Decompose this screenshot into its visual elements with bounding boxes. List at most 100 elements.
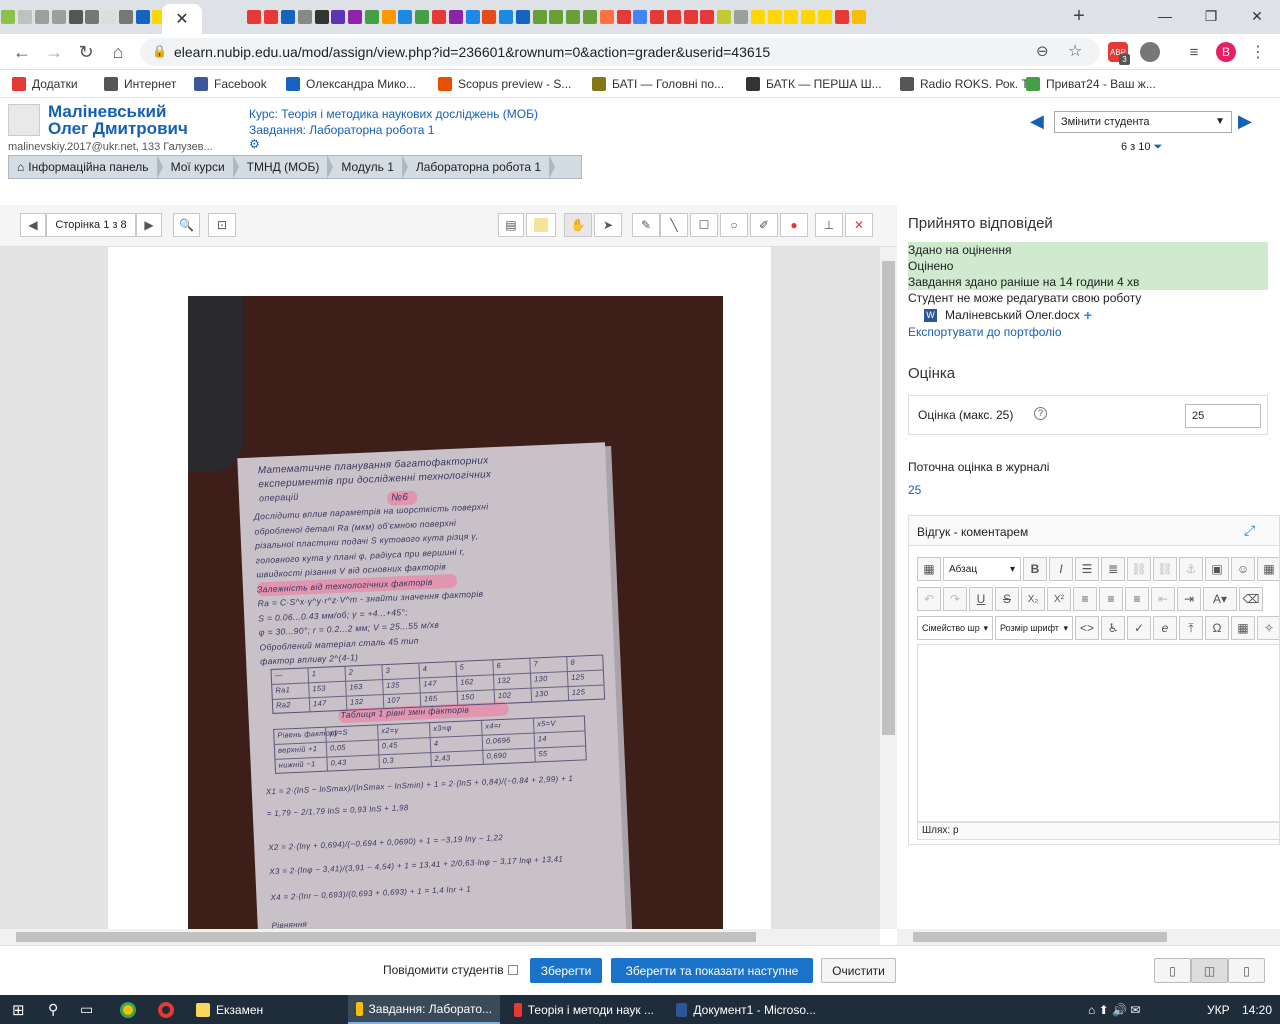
panel-horizontal-scrollbar[interactable] <box>897 929 1280 945</box>
bookmark-item[interactable]: БАТК — ПЕРША Ш... <box>746 76 882 92</box>
taskbar-app[interactable]: Документ1 - Microso... <box>668 995 824 1024</box>
chrome-pinned-icon[interactable] <box>120 995 136 1024</box>
unlink-icon[interactable]: ⛓ <box>1153 557 1177 581</box>
rectangle-icon[interactable]: ☐ <box>690 213 718 237</box>
reload-icon[interactable]: ↻ <box>74 40 98 64</box>
cleanup-icon[interactable]: ✧ <box>1257 616 1279 640</box>
clock[interactable]: 14:20 <box>1242 995 1272 1024</box>
accessibility-icon[interactable]: ♿ <box>1101 616 1125 640</box>
prev-student-icon[interactable]: ◀ <box>1030 111 1044 132</box>
notify-checkbox[interactable] <box>507 965 518 975</box>
bookmark-item[interactable]: Додатки <box>12 76 78 92</box>
tab-favicon[interactable] <box>599 10 614 24</box>
tab-favicon[interactable] <box>666 10 681 24</box>
student-name[interactable]: Маліневський Олег Дмитрович <box>48 103 188 137</box>
tab-favicon[interactable] <box>448 10 463 24</box>
home-icon[interactable]: ⌂ <box>106 40 130 64</box>
taskbar-app[interactable]: Завдання: Лаборато... <box>348 995 500 1024</box>
media-queue-icon[interactable]: ≡ <box>1184 42 1204 62</box>
panel-hscroll-thumb[interactable] <box>913 932 1167 942</box>
filter-icon[interactable]: ⏷ <box>1154 141 1163 153</box>
task-view-icon[interactable]: ▭ <box>80 995 93 1024</box>
tab-favicon[interactable] <box>633 10 648 24</box>
grade-input[interactable] <box>1185 404 1261 428</box>
bookmark-item[interactable]: Radio ROKS. Рок. Ti... <box>900 76 1041 92</box>
tab-favicon[interactable] <box>499 10 514 24</box>
submission-file[interactable]: W Маліневський Олег.docx + <box>924 307 1092 323</box>
tab-favicon[interactable] <box>465 10 480 24</box>
settings-gear-icon[interactable]: ⚙ <box>249 137 260 151</box>
viewer-vertical-scrollbar[interactable] <box>880 247 897 929</box>
save-and-next-button[interactable]: Зберегти та показати наступне <box>611 958 813 983</box>
tab-favicon[interactable] <box>817 10 832 24</box>
tray-icons[interactable]: ⌂ ⬆ 🔊 ✉ <box>1088 995 1140 1024</box>
bookmark-item[interactable]: Scopus preview - S... <box>438 76 571 92</box>
bookmark-star-icon[interactable]: ☆ <box>1068 41 1082 61</box>
breadcrumb-item[interactable]: Мої курси <box>163 155 239 179</box>
link-icon[interactable]: ⛓ <box>1127 557 1151 581</box>
tab-favicon[interactable] <box>650 10 665 24</box>
page-select[interactable]: Сторінка 1 з 8 <box>46 213 136 237</box>
change-student-select[interactable]: Змінити студента ▼ <box>1054 111 1232 133</box>
vscroll-thumb[interactable] <box>882 261 895 735</box>
forward-icon[interactable]: → <box>42 40 66 64</box>
document-viewer[interactable]: Математичне планування багатофакторних ек… <box>0 247 880 929</box>
hscroll-thumb[interactable] <box>16 932 756 942</box>
upload-icon[interactable]: ⤒ <box>1179 616 1203 640</box>
tab-favicon[interactable] <box>750 10 765 24</box>
window-close-icon[interactable]: ✕ <box>1234 0 1280 32</box>
taskbar-app[interactable]: Екзамен <box>188 995 340 1024</box>
current-grade-link[interactable]: 25 <box>908 483 921 497</box>
tab-favicon[interactable] <box>364 10 379 24</box>
tab-favicon[interactable] <box>566 10 581 24</box>
tab-favicon[interactable] <box>297 10 312 24</box>
tab-favicon[interactable] <box>851 10 866 24</box>
align-right-icon[interactable]: ≡ <box>1125 587 1149 611</box>
tab-favicon[interactable] <box>700 10 715 24</box>
layout-left-icon[interactable]: ▯ <box>1154 958 1191 983</box>
taskbar-search-icon[interactable]: ⚲ <box>48 995 58 1024</box>
tab-favicon[interactable] <box>18 10 33 24</box>
anchor-icon[interactable]: ⚓ <box>1179 557 1203 581</box>
text-color-icon[interactable]: A▾ <box>1203 587 1237 611</box>
tab-favicon[interactable] <box>616 10 631 24</box>
align-left-icon[interactable]: ≡ <box>1073 587 1097 611</box>
outdent-icon[interactable]: ⇤ <box>1151 587 1175 611</box>
breadcrumb-item[interactable]: ⌂ Інформаційна панель <box>9 155 163 179</box>
extension-circle-icon[interactable] <box>1140 42 1160 62</box>
tab-favicon[interactable] <box>68 10 83 24</box>
tab-favicon[interactable] <box>118 10 133 24</box>
tab-close-icon[interactable]: ✕ <box>175 9 188 29</box>
tab-favicon[interactable] <box>834 10 849 24</box>
pdf-page[interactable]: Математичне планування багатофакторних ек… <box>108 247 771 929</box>
language-indicator[interactable]: УКР <box>1207 995 1230 1024</box>
tab-favicon[interactable] <box>482 10 497 24</box>
back-icon[interactable]: ← <box>10 40 34 64</box>
windows-start-icon[interactable]: ⊞ <box>12 995 25 1024</box>
undo-icon[interactable]: ↶ <box>917 587 941 611</box>
fullscreen-icon[interactable]: ⤢ <box>1244 522 1255 539</box>
color-swatch-icon[interactable] <box>526 213 556 237</box>
reset-button[interactable]: Очистити <box>821 958 896 983</box>
assignment-link[interactable]: Завдання: Лабораторна робота 1 <box>249 122 538 138</box>
table-icon[interactable]: ▦ <box>1231 616 1255 640</box>
export-portfolio-link[interactable]: Експортувати до портфоліо <box>908 325 1062 339</box>
taskbar-app[interactable]: Теорія і методи наук ... <box>506 995 662 1024</box>
bookmark-item[interactable]: Интернет <box>104 76 176 92</box>
student-name-line2[interactable]: Олег Дмитрович <box>48 120 188 137</box>
next-student-icon[interactable]: ▶ <box>1238 111 1252 132</box>
emoticon-icon[interactable]: ☺ <box>1231 557 1255 581</box>
highlighter-icon[interactable]: ✐ <box>750 213 778 237</box>
tab-favicon[interactable] <box>85 10 100 24</box>
tab-favicon[interactable] <box>381 10 396 24</box>
course-link[interactable]: Курс: Теорія і методика наукових дослідж… <box>249 106 538 122</box>
stamp-icon[interactable]: ⊥ <box>815 213 843 237</box>
font-family-select[interactable]: Сімейство шр ▾ <box>917 616 993 640</box>
italic-icon[interactable]: I <box>1049 557 1073 581</box>
active-tab[interactable]: ✕ <box>162 4 202 34</box>
tab-favicon[interactable] <box>102 10 117 24</box>
tab-favicon[interactable] <box>583 10 597 24</box>
new-tab-button[interactable]: + <box>1068 4 1090 28</box>
tab-favicon[interactable] <box>51 10 66 24</box>
oval-icon[interactable]: ○ <box>720 213 748 237</box>
